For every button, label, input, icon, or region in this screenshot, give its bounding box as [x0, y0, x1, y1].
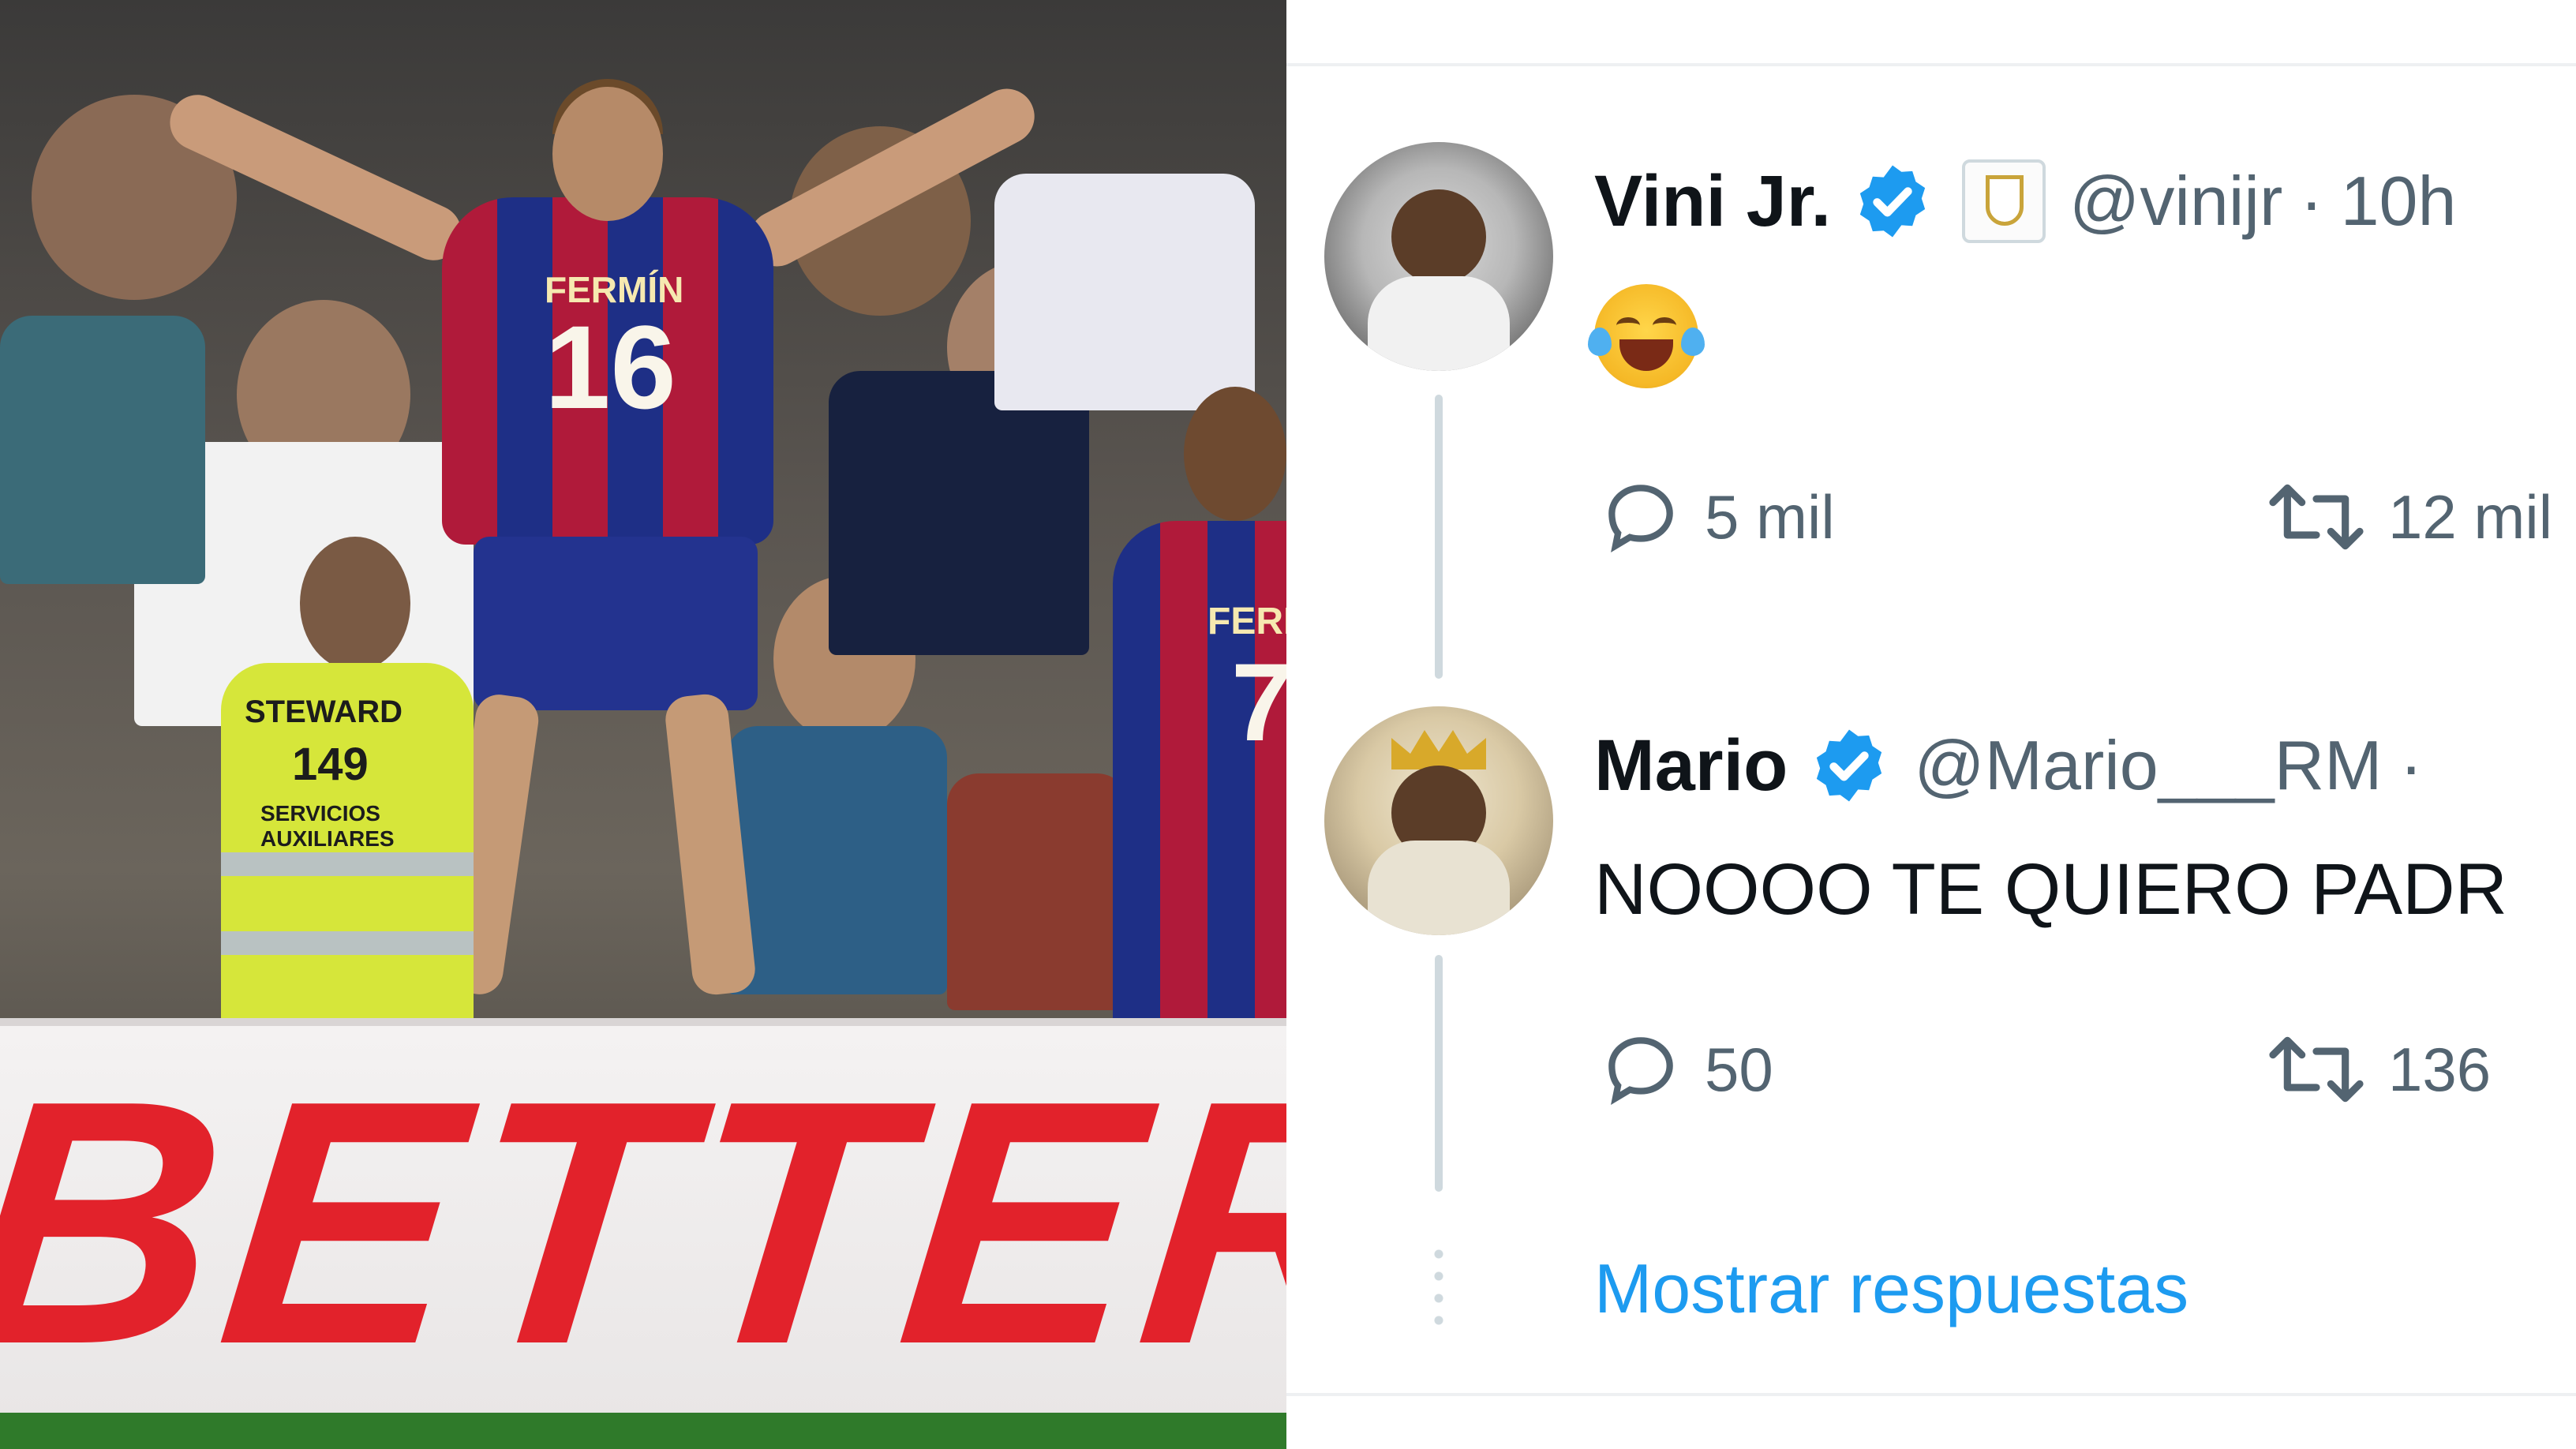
separator: ·	[2399, 726, 2423, 804]
reply-count: 50	[1705, 1034, 1773, 1104]
display-name[interactable]: Mario	[1594, 724, 1788, 807]
celebration-photo: FERMÍN 16 STEWARD 149 SERVICIOS AUXILIAR…	[0, 0, 1286, 1449]
divider	[1286, 63, 2576, 66]
tweet-header: Mario @Mario___RM ·	[1594, 722, 2440, 809]
retweet-button[interactable]: 136	[2265, 1026, 2491, 1113]
verified-badge-icon	[1859, 165, 1926, 238]
show-replies-link[interactable]: Mostrar respuestas	[1594, 1249, 2188, 1329]
separator: ·	[2300, 162, 2323, 240]
verified-badge-icon	[1817, 729, 1882, 802]
timestamp[interactable]: 10h	[2341, 161, 2457, 242]
avatar-vini[interactable]	[1324, 142, 1553, 371]
thread-more-dots	[1433, 1243, 1444, 1330]
advertising-board-text: BETTER	[0, 1029, 1286, 1417]
tweet-text: NOOOO TE QUIERO PADR	[1594, 849, 2507, 930]
retweet-icon	[2269, 1036, 2364, 1103]
handle[interactable]: @Mario___RM	[1914, 725, 2382, 806]
reply-icon	[1608, 485, 1673, 553]
face-with-tears-of-joy-icon	[1588, 284, 1705, 388]
steward-label: STEWARD	[245, 695, 402, 729]
retweet-icon	[2269, 484, 2364, 550]
retweet-count: 12 mil	[2388, 481, 2553, 552]
tweet-header: Vini Jr. @vinijr · 10h	[1594, 158, 2456, 245]
thread-connector	[1435, 955, 1443, 1192]
reply-icon	[1608, 1037, 1673, 1106]
reply-count: 5 mil	[1705, 481, 1835, 552]
steward-sub: SERVICIOS AUXILIARES	[260, 801, 395, 851]
divider	[1286, 1393, 2576, 1396]
real-madrid-crest-icon[interactable]	[1962, 159, 2046, 243]
steward-number: 149	[292, 739, 369, 790]
handle[interactable]: @vinijr	[2069, 161, 2282, 242]
reply-button[interactable]: 50	[1597, 1026, 1773, 1113]
retweet-button[interactable]: 12 mil	[2265, 474, 2552, 560]
display-name[interactable]: Vini Jr.	[1594, 160, 1831, 243]
crown-icon	[1391, 730, 1486, 769]
tweet-thread-panel: Vini Jr. @vinijr · 10h 5 mil 12 mil Mari…	[1286, 0, 2576, 1449]
player-number: 16	[545, 301, 676, 433]
second-player-number: 7	[1231, 640, 1286, 764]
avatar-mario[interactable]	[1324, 706, 1553, 935]
second-player-name: FERR	[1208, 601, 1286, 642]
player-head	[552, 87, 663, 221]
retweet-count: 136	[2388, 1034, 2492, 1104]
reply-button[interactable]: 5 mil	[1597, 474, 1835, 560]
thread-connector	[1435, 395, 1443, 679]
pitch-grass	[0, 1413, 1286, 1449]
